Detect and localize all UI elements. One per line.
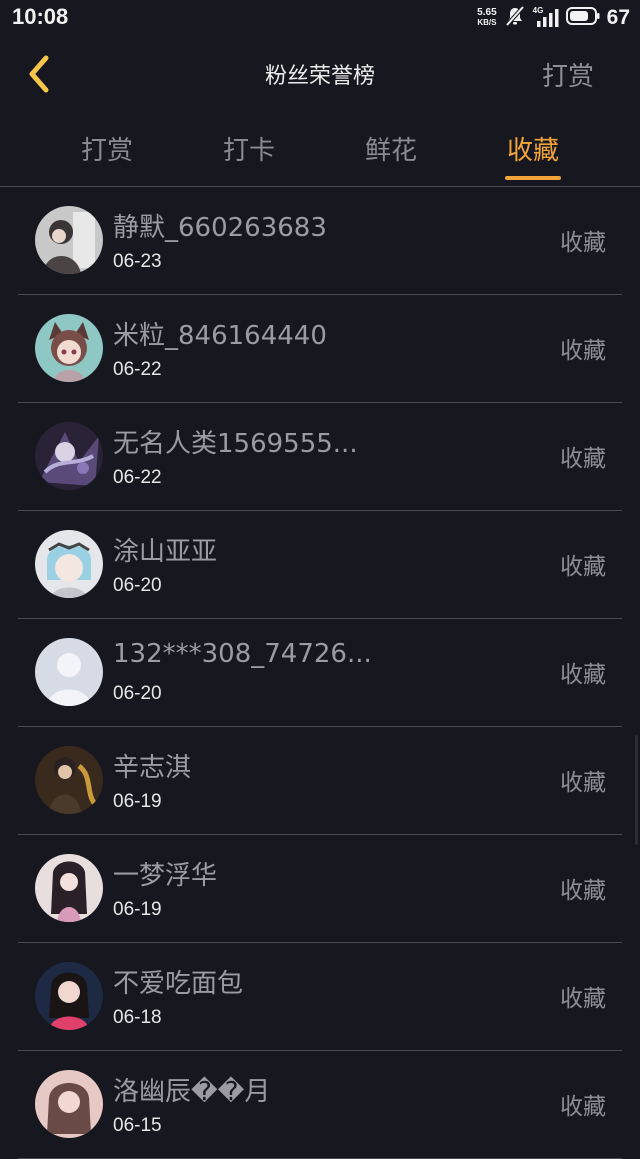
user-date: 06-19 (113, 899, 162, 920)
favorite-label: 收藏 (560, 1094, 606, 1120)
list-item[interactable]: 辛志淇 06-19 收藏 (18, 727, 622, 835)
avatar (35, 1070, 103, 1138)
active-tab-indicator (505, 176, 561, 180)
avatar (35, 206, 103, 274)
favorite-label: 收藏 (560, 770, 606, 796)
list-item[interactable]: 洛幽辰��月 06-15 收藏 (18, 1051, 622, 1159)
user-name: 132***308_74726... (113, 639, 372, 669)
list-item[interactable]: 不爱吃面包 06-18 收藏 (18, 943, 622, 1051)
avatar (35, 962, 103, 1030)
favorite-label: 收藏 (560, 446, 606, 472)
reward-button[interactable]: 打赏 (542, 56, 594, 93)
avatar (35, 854, 103, 922)
user-date: 06-20 (113, 683, 162, 704)
favorite-label: 收藏 (560, 230, 606, 256)
user-date: 06-23 (113, 251, 162, 272)
user-date: 06-20 (113, 575, 162, 596)
net-speed-unit: KB/S (477, 18, 497, 27)
favorite-label: 收藏 (560, 662, 606, 688)
tab-flowers[interactable]: 鲜花 (341, 130, 441, 167)
favorite-label: 收藏 (560, 878, 606, 904)
status-icons: 5.65 KB/S 4G 67 (477, 4, 630, 32)
favorite-label: 收藏 (560, 338, 606, 364)
avatar (35, 638, 103, 706)
user-name: 静默_660263683 (113, 213, 327, 243)
user-name: 一梦浮华 (113, 861, 218, 891)
avatar (35, 422, 103, 490)
battery-level: 67 (606, 6, 630, 29)
list-item[interactable]: 一梦浮华 06-19 收藏 (18, 835, 622, 943)
favorite-label: 收藏 (560, 554, 606, 580)
net-speed-value: 5.65 (477, 7, 497, 18)
net-speed: 5.65 KB/S (477, 8, 496, 28)
user-date: 06-22 (113, 467, 162, 488)
fan-list: 静默_660263683 06-23 收藏 米粒_846164440 06-22… (0, 187, 640, 1159)
battery-icon (565, 7, 600, 29)
user-name: 无名人类1569555... (113, 429, 358, 459)
user-date: 06-18 (113, 1007, 162, 1028)
avatar (35, 746, 103, 814)
user-name: 不爱吃面包 (113, 969, 244, 999)
user-name: 涂山亚亚 (113, 537, 218, 567)
tab-bar: 打赏 打卡 鲜花 收藏 (0, 112, 640, 187)
avatar (35, 530, 103, 598)
cellular-signal-icon: 4G (533, 6, 559, 29)
favorite-label: 收藏 (560, 986, 606, 1012)
tab-checkin[interactable]: 打卡 (199, 130, 299, 167)
avatar (35, 314, 103, 382)
user-name: 洛幽辰��月 (113, 1077, 271, 1107)
list-item[interactable]: 无名人类1569555... 06-22 收藏 (18, 403, 622, 511)
user-date: 06-19 (113, 791, 162, 812)
tab-favorites[interactable]: 收藏 (483, 130, 583, 167)
tab-reward[interactable]: 打赏 (57, 130, 157, 167)
user-name: 辛志淇 (113, 753, 192, 783)
user-date: 06-15 (113, 1115, 162, 1136)
scrollbar[interactable] (635, 735, 638, 845)
list-item[interactable]: 米粒_846164440 06-22 收藏 (18, 295, 622, 403)
default-avatar-icon (35, 638, 103, 706)
list-item[interactable]: 涂山亚亚 06-20 收藏 (18, 511, 622, 619)
list-item[interactable]: 132***308_74726... 06-20 收藏 (18, 619, 622, 727)
notification-muted-icon (504, 5, 526, 31)
status-time: 10:08 (12, 4, 69, 29)
user-name: 米粒_846164440 (113, 321, 327, 351)
header: 粉丝荣誉榜 打赏 (0, 36, 640, 112)
user-date: 06-22 (113, 359, 162, 380)
status-bar: 10:08 5.65 KB/S 4G 67 (0, 0, 640, 36)
list-item[interactable]: 静默_660263683 06-23 收藏 (18, 187, 622, 295)
